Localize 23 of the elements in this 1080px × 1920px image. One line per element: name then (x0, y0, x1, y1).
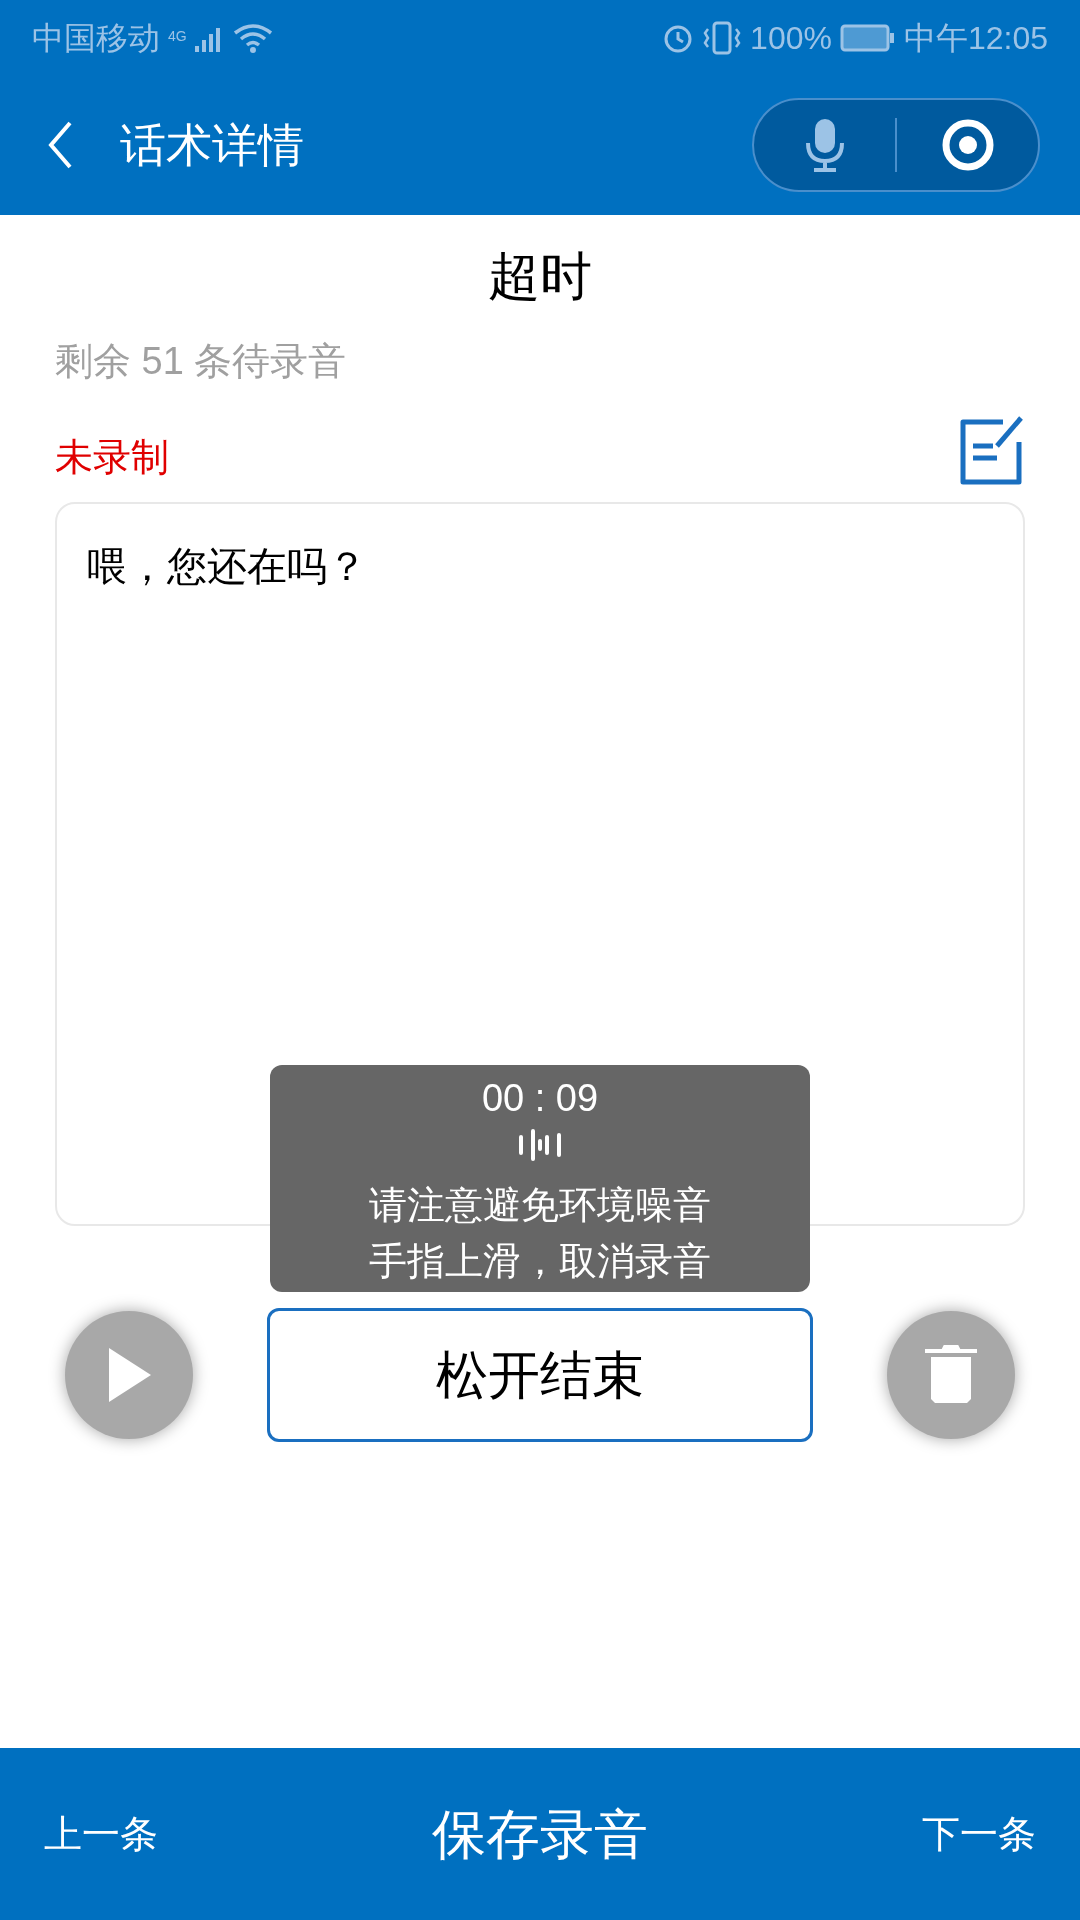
toast-message: 手指上滑，取消录音 (369, 1239, 711, 1284)
network-type: 4G (168, 26, 187, 46)
remaining-count: 剩余 51 条待录音 (55, 339, 347, 384)
script-title: 超时 (488, 246, 592, 307)
microphone-icon (803, 117, 846, 173)
page-title: 话术详情 (120, 117, 304, 173)
battery-icon (839, 23, 896, 52)
hold-to-record-button[interactable]: 松开结束 (267, 1308, 813, 1442)
battery-percent: 100% (750, 18, 832, 58)
previous-button[interactable]: 上一条 (44, 1805, 158, 1863)
carrier-name: 中国移动 (32, 18, 160, 58)
vibrate-icon (702, 20, 743, 55)
back-icon (48, 121, 72, 169)
toast-message: 请注意避免环境噪音 (369, 1183, 711, 1228)
sound-wave-icon (517, 1127, 563, 1163)
save-recording-button[interactable]: 保存录音 (432, 1793, 648, 1875)
record-icon (940, 118, 995, 172)
record-status: 未录制 (55, 435, 169, 480)
script-text: 喂，您还在吗？ (87, 544, 367, 588)
wifi-icon (232, 22, 273, 53)
next-button[interactable]: 下一条 (922, 1805, 1036, 1863)
recording-timer: 00 : 09 (481, 1076, 599, 1121)
clock-time: 中午12:05 (903, 18, 1048, 58)
